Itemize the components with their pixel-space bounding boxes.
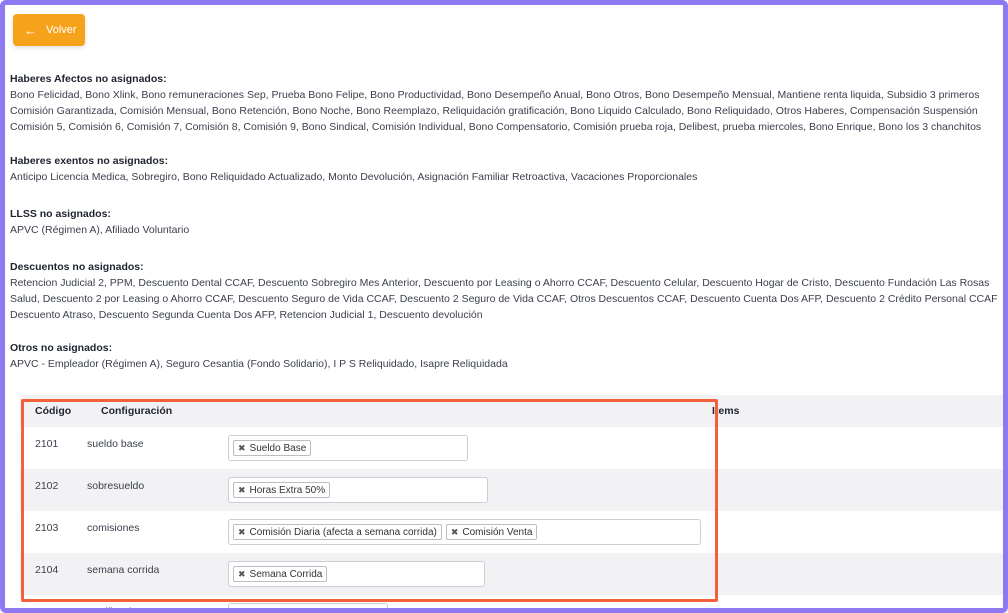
row-code: 2102 (35, 480, 59, 492)
section-text-line: APVC (Régimen A), Afiliado Voluntario (10, 224, 190, 236)
table-row: 2105 gratificacion (20, 595, 1003, 608)
page-content: ← Volver Haberes Afectos no asignados: B… (5, 5, 1003, 608)
table-row: 2102 sobresueldo ✖ Horas Extra 50% (20, 469, 1003, 511)
section-text-line: Salud, Descuento 2 por Leasing o Ahorro … (10, 293, 998, 305)
selected-item-tag: ✖ Comisión Venta (445, 524, 538, 540)
tag-label: Semana Corrida (249, 568, 323, 580)
section-title: Descuentos no asignados: (10, 261, 144, 273)
config-table: Código Configuración Items 2101 sueldo b… (20, 395, 1003, 608)
remove-tag-icon[interactable]: ✖ (238, 569, 246, 580)
section-text-line: Comisión Garantizada, Comisión Mensual, … (10, 105, 978, 117)
section-title: Haberes Afectos no asignados: (10, 73, 167, 85)
section-title: Otros no asignados: (10, 342, 113, 354)
items-select[interactable]: ✖ Horas Extra 50% (228, 477, 488, 503)
remove-tag-icon[interactable]: ✖ (238, 485, 246, 496)
section-text-line: APVC - Empleador (Régimen A), Seguro Ces… (10, 358, 508, 370)
row-config: gratificacion (87, 606, 143, 608)
selected-item-tag: ✖ Semana Corrida (233, 566, 328, 582)
table-row: 2104 semana corrida ✖ Semana Corrida (20, 553, 1003, 595)
items-select[interactable]: ✖ Comisión Diaria (afecta a semana corrid… (228, 519, 701, 545)
section-text-line: Anticipo Licencia Medica, Sobregiro, Bon… (10, 171, 698, 183)
section-haberes-exentos: Haberes exentos no asignados: Anticipo L… (10, 155, 1000, 185)
section-title: LLSS no asignados: (10, 208, 111, 220)
items-select[interactable]: ✖ Semana Corrida (228, 561, 485, 587)
tag-label: Horas Extra 50% (249, 484, 326, 496)
table-header: Código Configuración Items (20, 395, 1003, 427)
row-config: sobresueldo (87, 480, 145, 492)
row-code: 2104 (35, 564, 59, 576)
section-text-line: Retencion Judicial 2, PPM, Descuento Den… (10, 277, 990, 289)
section-llss: LLSS no asignados: APVC (Régimen A), Afi… (10, 208, 1000, 238)
tag-label: Sueldo Base (249, 442, 307, 454)
selected-item-tag: ✖ Comisión Diaria (afecta a semana corrid… (233, 524, 442, 540)
header-items: Items (712, 405, 740, 417)
remove-tag-icon[interactable]: ✖ (238, 527, 246, 538)
tag-label: Comisión Venta (462, 526, 533, 538)
remove-tag-icon[interactable]: ✖ (451, 527, 459, 538)
remove-tag-icon[interactable]: ✖ (238, 443, 246, 454)
row-config: sueldo base (87, 438, 144, 450)
selected-item-tag: ✖ Horas Extra 50% (233, 482, 331, 498)
section-haberes-afectos: Haberes Afectos no asignados: Bono Felic… (10, 73, 1000, 135)
back-button-label: Volver (46, 24, 77, 36)
arrow-left-icon: ← (24, 22, 37, 38)
section-descuentos: Descuentos no asignados: Retencion Judic… (10, 261, 1000, 323)
section-text-line: Descuento Atraso, Descuento Segunda Cuen… (10, 309, 483, 321)
row-config: semana corrida (87, 564, 160, 576)
table-row: 2103 comisiones ✖ Comisión Diaria (afecta… (20, 511, 1003, 553)
items-select[interactable]: ✖ Sueldo Base (228, 435, 468, 461)
selected-item-tag: ✖ Sueldo Base (233, 440, 312, 456)
table-row: 2101 sueldo base ✖ Sueldo Base (20, 427, 1003, 469)
back-button[interactable]: ← Volver (13, 14, 85, 46)
row-code: 2101 (35, 438, 59, 450)
header-code: Código (35, 405, 72, 417)
header-config: Configuración (101, 405, 173, 417)
row-config: comisiones (87, 522, 140, 534)
section-otros: Otros no asignados: APVC - Empleador (Ré… (10, 342, 1000, 372)
section-text-line: Comisión 5, Comisión 6, Comisión 7, Comi… (10, 121, 982, 133)
section-title: Haberes exentos no asignados: (10, 155, 169, 167)
tag-label: Comisión Diaria (afecta a semana corrida… (249, 526, 437, 538)
section-text-line: Bono Felicidad, Bono Xlink, Bono remuner… (10, 89, 980, 101)
row-code: 2105 (35, 606, 58, 608)
row-code: 2103 (35, 522, 59, 534)
items-select[interactable] (228, 603, 388, 608)
